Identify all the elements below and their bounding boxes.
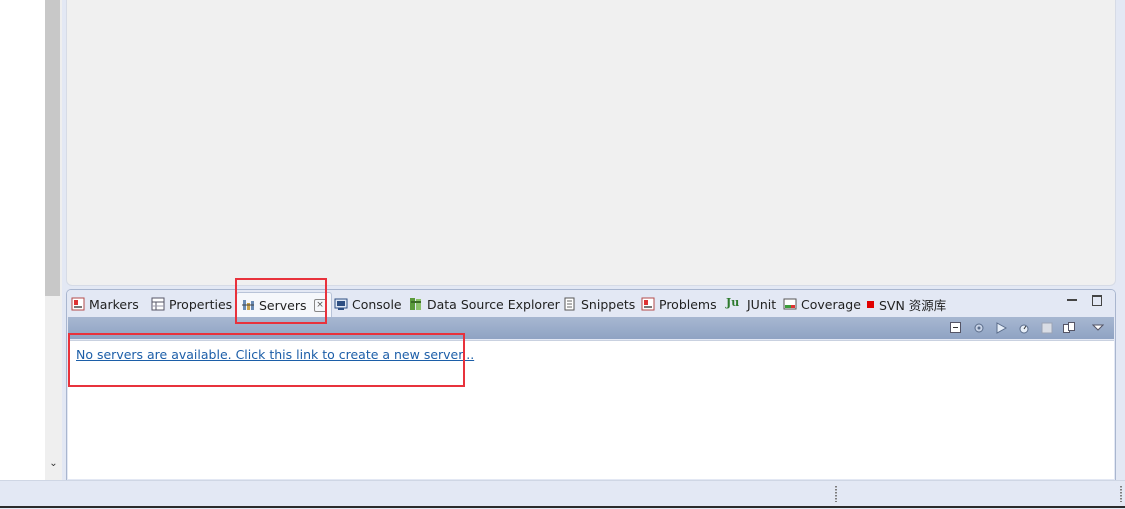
collapse-icon[interactable] xyxy=(950,322,962,334)
tab-properties[interactable]: Properties xyxy=(151,294,232,314)
database-icon xyxy=(409,297,423,311)
servers-view-toolbar xyxy=(68,317,1114,339)
publish-icon[interactable] xyxy=(1063,322,1075,334)
left-vertical-scrollbar[interactable]: ⌄ xyxy=(45,0,62,480)
profile-server-icon[interactable] xyxy=(1018,322,1030,334)
tab-svn-repository[interactable]: SVN 资源库 xyxy=(867,294,946,314)
tab-label: SVN 资源库 xyxy=(879,297,947,313)
tab-label: Data Source Explorer xyxy=(427,296,560,312)
minimize-icon[interactable] xyxy=(1067,295,1078,306)
tab-label: Markers xyxy=(89,296,139,312)
junit-icon: Ju xyxy=(726,296,740,309)
servers-icon xyxy=(241,298,255,312)
tab-data-source-explorer[interactable]: Data Source Explorer xyxy=(409,294,560,314)
problems-icon xyxy=(641,297,655,311)
start-server-icon[interactable] xyxy=(995,322,1008,334)
svn-icon xyxy=(867,297,875,311)
properties-icon xyxy=(151,297,165,311)
tab-label: JUnit xyxy=(747,296,777,312)
create-new-server-link[interactable]: No servers are available. Click this lin… xyxy=(76,347,474,362)
tab-servers[interactable]: Servers × xyxy=(236,292,332,317)
tab-coverage[interactable]: Coverage xyxy=(783,294,861,314)
bottom-view-stack: Markers Properties Servers × Console Dat… xyxy=(66,289,1116,481)
tab-console[interactable]: Console xyxy=(334,294,402,314)
view-tab-bar: Markers Properties Servers × Console Dat… xyxy=(67,290,1115,317)
markers-icon xyxy=(71,297,85,311)
stop-server-icon[interactable] xyxy=(1041,322,1053,334)
tab-problems[interactable]: Problems xyxy=(641,294,717,314)
tab-label: Properties xyxy=(169,296,233,312)
status-bar xyxy=(0,480,1125,509)
editor-area xyxy=(66,0,1116,286)
servers-view-content: No servers are available. Click this lin… xyxy=(68,340,1114,479)
tab-label: Console xyxy=(352,296,402,312)
tab-junit[interactable]: Ju JUnit xyxy=(726,294,776,314)
tab-label: Servers xyxy=(259,297,307,313)
view-window-controls xyxy=(1067,295,1103,306)
tab-label: Problems xyxy=(659,296,717,312)
debug-server-icon[interactable] xyxy=(973,322,985,334)
tab-snippets[interactable]: Snippets xyxy=(563,294,635,314)
close-tab-icon[interactable]: × xyxy=(313,298,327,312)
tab-label: Snippets xyxy=(581,296,636,312)
scroll-down-chevron-icon[interactable]: ⌄ xyxy=(47,458,60,474)
snippets-icon xyxy=(563,297,577,311)
status-bar-divider[interactable] xyxy=(1120,486,1122,502)
view-menu-icon[interactable] xyxy=(1091,322,1105,334)
tab-label: Coverage xyxy=(801,296,861,312)
tab-markers[interactable]: Markers xyxy=(71,294,139,314)
maximize-icon[interactable] xyxy=(1092,295,1103,306)
console-icon xyxy=(334,297,348,311)
status-bar-divider[interactable] xyxy=(835,486,837,502)
left-scrollbar-thumb[interactable] xyxy=(45,0,60,296)
coverage-icon xyxy=(783,297,797,311)
